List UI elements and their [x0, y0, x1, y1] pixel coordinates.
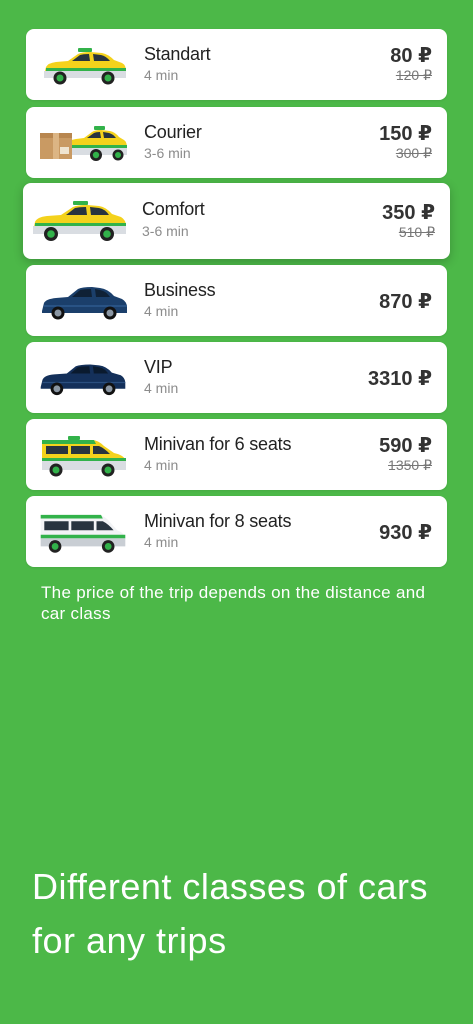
car-class-old-price: 1350 ₽	[388, 457, 432, 473]
car-class-card-minivan-8[interactable]: Minivan for 8 seats 4 min 930 ₽	[26, 496, 447, 567]
comfort-taxi-icon	[33, 201, 126, 241]
car-class-eta: 4 min	[144, 67, 179, 83]
car-class-old-price: 510 ₽	[398, 224, 435, 240]
car-class-name: Standart	[144, 44, 211, 64]
car-class-price: 590 ₽	[379, 435, 432, 457]
courier-car-with-box-icon	[40, 126, 127, 161]
vip-sedan-icon	[40, 364, 126, 396]
car-class-eta: 4 min	[144, 534, 179, 550]
minivan-8-icon	[40, 514, 126, 553]
car-class-name: Minivan for 8 seats	[144, 511, 292, 531]
car-class-eta: 4 min	[144, 303, 179, 319]
car-class-price: 870 ₽	[379, 291, 432, 313]
car-class-old-price: 120 ₽	[395, 67, 432, 83]
car-class-price: 150 ₽	[379, 123, 432, 145]
promo-headline: Different classes of cars for any trips	[32, 866, 428, 961]
car-class-card-minivan-6[interactable]: Minivan for 6 seats 4 min 590 ₽ 1350 ₽	[26, 419, 447, 490]
car-class-card-business[interactable]: Business 4 min 870 ₽	[26, 265, 447, 336]
taxi-sedan-icon	[44, 48, 126, 85]
car-class-card-vip[interactable]: VIP 4 min 3310 ₽	[26, 342, 447, 413]
car-class-old-price: 300 ₽	[395, 145, 432, 161]
car-class-name: Comfort	[142, 199, 205, 219]
price-note: The price of the trip depends on the dis…	[41, 583, 426, 623]
car-class-eta: 3-6 min	[144, 145, 191, 161]
car-class-eta: 4 min	[144, 380, 179, 396]
car-class-name: Courier	[144, 122, 202, 142]
car-class-card-standart[interactable]: Standart 4 min 80 ₽ 120 ₽	[26, 29, 447, 100]
car-class-name: Business	[144, 280, 216, 300]
car-class-name: Minivan for 6 seats	[144, 434, 292, 454]
car-class-eta: 4 min	[144, 457, 179, 473]
car-class-eta: 3-6 min	[142, 223, 189, 239]
car-class-price: 930 ₽	[379, 522, 432, 544]
car-class-price: 80 ₽	[390, 45, 432, 67]
car-class-card-comfort[interactable]: Comfort 3-6 min 350 ₽ 510 ₽	[23, 183, 450, 259]
car-class-price: 3310 ₽	[368, 368, 432, 390]
minivan-6-icon	[42, 436, 126, 477]
car-class-price: 350 ₽	[382, 202, 435, 224]
car-class-card-courier[interactable]: Courier 3-6 min 150 ₽ 300 ₽	[26, 107, 447, 178]
car-class-name: VIP	[144, 357, 173, 377]
business-sedan-icon	[42, 287, 127, 320]
